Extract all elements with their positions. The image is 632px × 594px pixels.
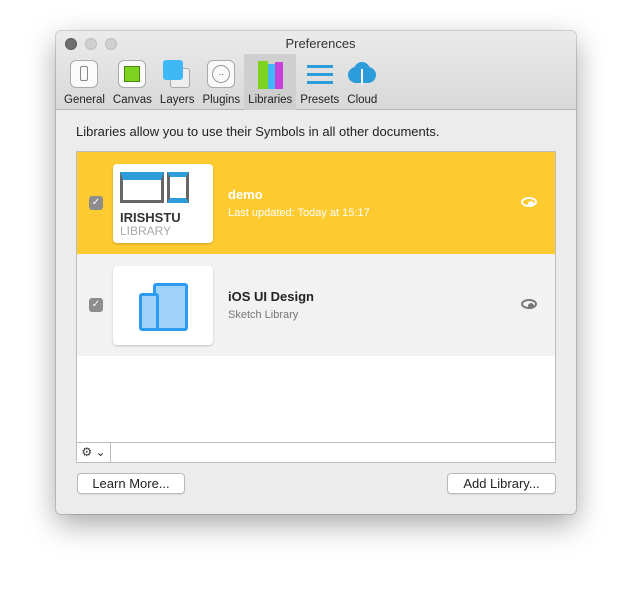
presets-icon	[305, 59, 335, 89]
library-thumbnail: IRISHSTU LIBRARY	[113, 164, 213, 243]
cloud-icon	[347, 59, 377, 89]
tab-label: Libraries	[248, 94, 293, 106]
eye-icon[interactable]	[521, 299, 537, 309]
library-name: demo	[228, 187, 263, 202]
window-title: Preferences	[285, 36, 356, 51]
library-subtitle: Last updated: Today at 15:17	[228, 207, 370, 219]
libraries-icon	[255, 59, 285, 89]
tab-label: Plugins	[202, 94, 241, 106]
add-library-button[interactable]: Add Library...	[447, 473, 556, 494]
toolbar: Preferences General Canvas Layers ·· Plug…	[56, 31, 576, 110]
enable-checkbox[interactable]: ✓	[89, 196, 103, 210]
thumb-title: IRISHSTU	[120, 210, 181, 225]
tab-label: Layers	[159, 94, 195, 106]
library-list: ✓ IRISHSTU LIBRARY demo Last updated: To…	[76, 151, 556, 463]
library-row[interactable]: ✓ iOS UI Design Sketch Library	[77, 254, 555, 356]
learn-more-button[interactable]: Learn More...	[77, 473, 185, 494]
tab-label: Presets	[300, 94, 340, 106]
tab-libraries[interactable]: Libraries	[244, 54, 297, 110]
tab-label: Cloud	[347, 94, 378, 106]
eye-icon[interactable]	[521, 197, 537, 207]
library-name: iOS UI Design	[228, 289, 314, 304]
tab-cloud[interactable]: Cloud	[343, 54, 381, 110]
tab-label: Canvas	[112, 94, 152, 106]
plugins-icon: ··	[206, 59, 236, 89]
tab-label: General	[64, 94, 105, 106]
enable-checkbox[interactable]: ✓	[89, 298, 103, 312]
tab-layers[interactable]: Layers	[156, 54, 199, 110]
list-footer: ⚙ ⌄	[77, 442, 555, 462]
canvas-icon	[117, 59, 147, 89]
preferences-window: Preferences General Canvas Layers ·· Plug…	[56, 31, 576, 514]
description: Libraries allow you to use their Symbols…	[76, 124, 440, 139]
library-subtitle: Sketch Library	[228, 309, 299, 321]
library-row[interactable]: ✓ IRISHSTU LIBRARY demo Last updated: To…	[77, 152, 555, 254]
gear-menu-button[interactable]: ⚙ ⌄	[77, 443, 111, 462]
ios-device-icon	[113, 266, 213, 345]
tab-presets[interactable]: Presets	[296, 54, 343, 110]
general-icon	[69, 59, 99, 89]
thumb-subtitle: LIBRARY	[120, 224, 172, 238]
tab-canvas[interactable]: Canvas	[109, 54, 156, 110]
tab-general[interactable]: General	[60, 54, 109, 110]
tab-plugins[interactable]: ·· Plugins	[198, 54, 244, 110]
layers-icon	[162, 59, 192, 89]
